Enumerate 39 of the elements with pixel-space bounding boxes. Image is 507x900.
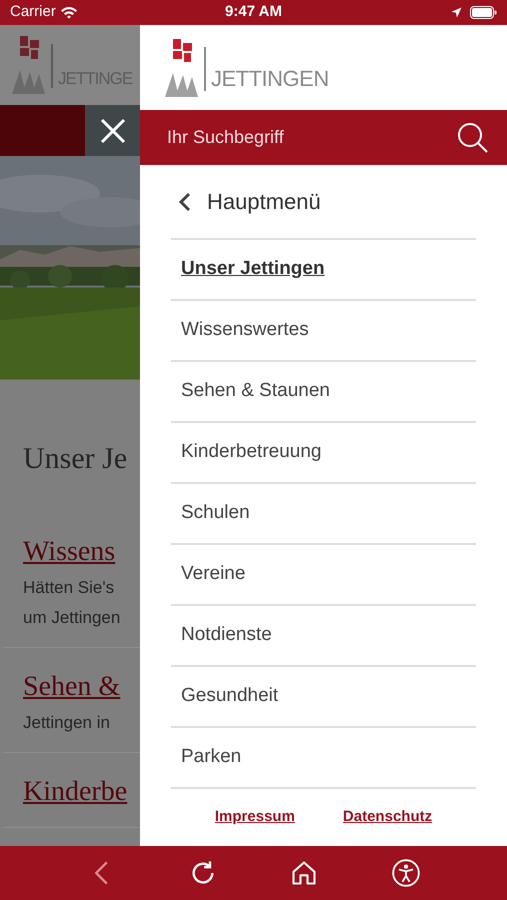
back-to-main-menu-button[interactable]: Hauptmenü <box>171 165 476 240</box>
close-button[interactable] <box>85 104 140 156</box>
accessibility-button[interactable] <box>392 859 420 887</box>
logo-icon <box>165 38 207 96</box>
description-text: Jettingen in <box>23 712 110 734</box>
article-link[interactable]: Sehen & <box>23 666 120 708</box>
home-icon <box>290 859 318 887</box>
menu-item[interactable]: Notdienste <box>171 606 476 667</box>
search-button[interactable] <box>457 122 489 154</box>
menu-item[interactable]: Sehen & Staunen <box>171 362 476 423</box>
battery-icon <box>470 6 497 19</box>
page-title: Unser Je <box>23 441 128 477</box>
carrier-label: Carrier <box>10 2 56 22</box>
wifi-icon <box>60 6 78 19</box>
home-button[interactable] <box>290 859 318 887</box>
logo-text: JETTINGEN <box>211 64 329 92</box>
menu-item[interactable]: Parken <box>171 728 476 789</box>
accessibility-icon <box>392 859 420 887</box>
search-bar[interactable]: Ihr Suchbegriff <box>140 110 507 165</box>
search-field[interactable]: Ihr Suchbegriff <box>165 118 457 158</box>
menu-item[interactable]: Vereine <box>171 545 476 606</box>
article-link[interactable]: Kinderbe <box>23 771 128 813</box>
footer-link[interactable]: Impressum <box>214 806 295 829</box>
close-icon <box>100 118 126 144</box>
menu-item[interactable]: Unser Jettingen <box>171 240 476 301</box>
footer-link[interactable]: Datenschutz <box>342 806 432 829</box>
article-link[interactable]: Wissens <box>23 531 116 573</box>
menu-item[interactable]: Schulen <box>171 484 476 545</box>
menu-item[interactable]: Wissenswertes <box>171 301 476 362</box>
search-icon <box>457 122 489 154</box>
location-arrow-icon <box>451 7 462 18</box>
menu-item[interactable]: Gesundheit <box>171 667 476 728</box>
chevron-left-icon <box>94 860 108 885</box>
logo-icon <box>12 36 54 94</box>
clock-time: 9:47 AM <box>225 3 282 20</box>
chevron-left-icon <box>179 192 191 212</box>
menu-item[interactable]: Kinderbetreuung <box>171 423 476 484</box>
description-text: um Jettingen <box>23 607 120 629</box>
description-text: Hätten Sie's <box>23 577 114 599</box>
